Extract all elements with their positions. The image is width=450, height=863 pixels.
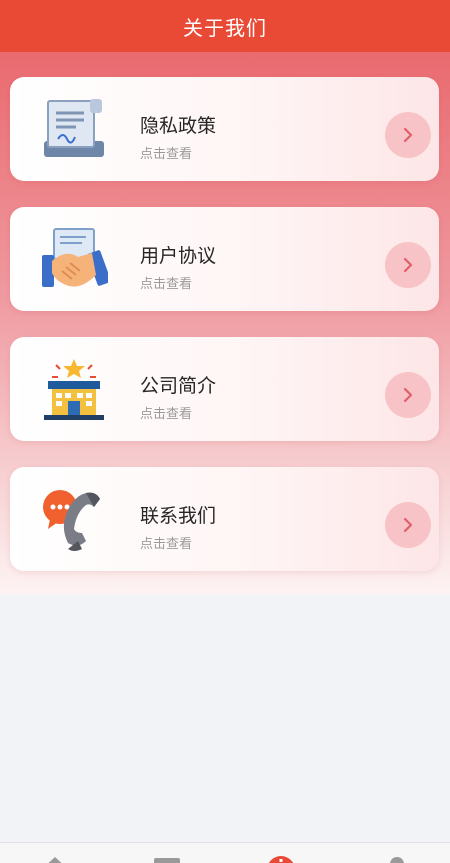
chevron-right-icon[interactable]: [385, 372, 431, 418]
privacy-document-icon: [40, 97, 108, 163]
chevron-right-icon[interactable]: [385, 112, 431, 158]
card-subtitle: 点击查看: [140, 537, 193, 552]
card-company-profile[interactable]: 公司简介 点击查看: [10, 337, 439, 441]
user-icon[interactable]: [382, 855, 412, 863]
info-icon[interactable]: [266, 855, 296, 863]
card-title: 用户协议: [140, 245, 217, 267]
card-title: 联系我们: [140, 505, 217, 527]
card-subtitle: 点击查看: [140, 277, 193, 292]
app-header: 关于我们: [0, 0, 450, 52]
card-title: 公司简介: [140, 375, 217, 397]
company-building-icon: [40, 357, 108, 423]
chevron-right-icon[interactable]: [385, 502, 431, 548]
home-icon[interactable]: [40, 855, 70, 863]
card-privacy-policy[interactable]: 隐私政策 点击查看: [10, 77, 439, 181]
card-subtitle: 点击查看: [140, 147, 193, 162]
card-user-agreement[interactable]: 用户协议 点击查看: [10, 207, 439, 311]
card-title: 隐私政策: [140, 115, 217, 137]
card-contact-us[interactable]: 联系我们 点击查看: [10, 467, 439, 571]
page-title: 关于我们: [183, 15, 267, 40]
handshake-agreement-icon: [40, 227, 111, 293]
card-subtitle: 点击查看: [140, 407, 193, 422]
bottom-tab-bar: [0, 842, 450, 863]
list-icon[interactable]: [152, 855, 182, 863]
phone-chat-icon: [40, 487, 108, 553]
chevron-right-icon[interactable]: [385, 242, 431, 288]
